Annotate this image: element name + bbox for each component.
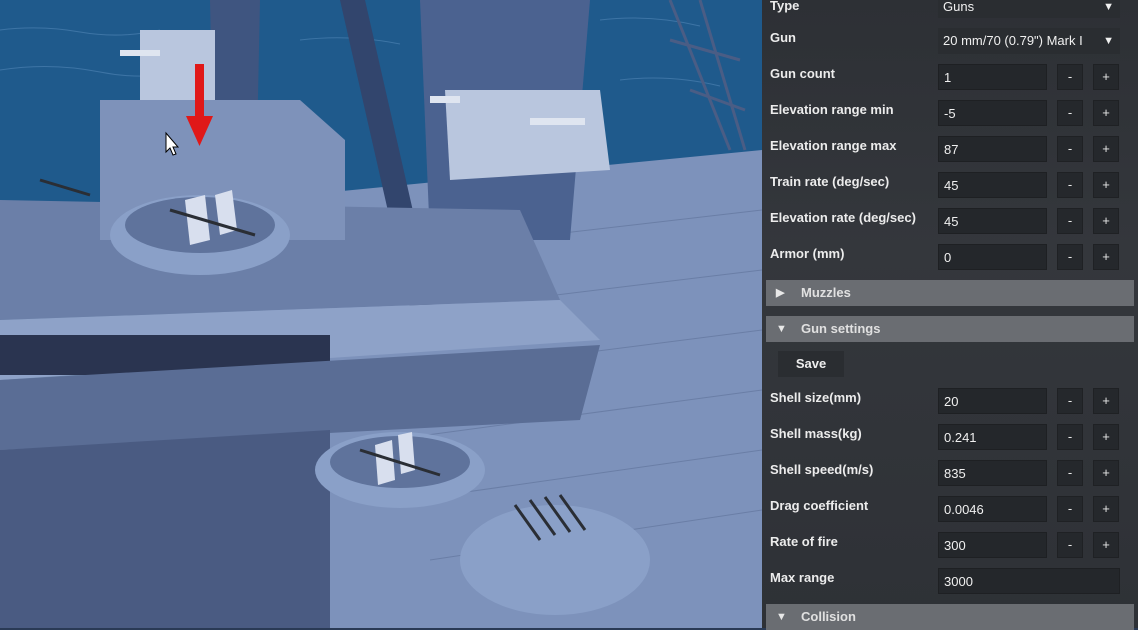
gun-tub-quad (460, 505, 650, 615)
gun-settings-section-header[interactable]: ▼ Gun settings (766, 316, 1134, 342)
elevation-max-field[interactable]: 87 (938, 136, 1047, 162)
armor-row: Armor (mm) 0 - + (762, 244, 1138, 280)
shell-size-label: Shell size(mm) (770, 390, 862, 405)
gun-count-label: Gun count (770, 66, 835, 81)
type-row: Type Guns ▼ (762, 0, 1138, 28)
drag-coefficient-decrement-button[interactable]: - (1057, 496, 1083, 522)
triangle-down-icon: ▼ (1099, 28, 1114, 54)
type-value: Guns (943, 0, 975, 14)
gun-count-increment-button[interactable]: + (1093, 64, 1119, 90)
shell-mass-field[interactable]: 0.241 (938, 424, 1047, 450)
rate-of-fire-field[interactable]: 300 (938, 532, 1047, 558)
elevation-rate-row: Elevation rate (deg/sec) 45 - + (762, 208, 1138, 244)
twin-turret (445, 90, 610, 180)
rate-of-fire-row: Rate of fire 300 - + (762, 532, 1138, 568)
type-label: Type (770, 0, 800, 13)
shell-speed-field[interactable]: 835 (938, 460, 1047, 486)
elevation-rate-increment-button[interactable]: + (1093, 208, 1119, 234)
elevation-min-field[interactable]: -5 (938, 100, 1047, 126)
drag-coefficient-field[interactable]: 0.0046 (938, 496, 1047, 522)
shell-size-decrement-button[interactable]: - (1057, 388, 1083, 414)
gun-dropdown[interactable]: 20 mm/70 (0.79") Mark I ▼ (938, 28, 1120, 54)
max-range-label: Max range (770, 570, 835, 585)
muzzles-section-header[interactable]: ▶ Muzzles (766, 280, 1134, 306)
drag-coefficient-row: Drag coefficient 0.0046 - + (762, 496, 1138, 532)
max-range-row: Max range 3000 (762, 568, 1138, 604)
train-rate-row: Train rate (deg/sec) 45 - + (762, 172, 1138, 208)
shell-mass-row: Shell mass(kg) 0.241 - + (762, 424, 1138, 460)
elevation-rate-label: Elevation rate (deg/sec) (770, 210, 916, 225)
elevation-max-label: Elevation range max (770, 138, 897, 153)
gun-label: Gun (770, 30, 796, 45)
elevation-max-row: Elevation range max 87 - + (762, 136, 1138, 172)
shell-mass-label: Shell mass(kg) (770, 426, 862, 441)
ship-3d-viewport[interactable] (0, 0, 762, 628)
muzzles-title: Muzzles (801, 285, 851, 300)
elevation-min-increment-button[interactable]: + (1093, 100, 1119, 126)
hull-block (0, 430, 330, 628)
elevation-rate-decrement-button[interactable]: - (1057, 208, 1083, 234)
elevation-max-increment-button[interactable]: + (1093, 136, 1119, 162)
train-rate-increment-button[interactable]: + (1093, 172, 1119, 198)
ship-scene (0, 0, 762, 628)
gun-value: 20 mm/70 (0.79") Mark I (943, 33, 1083, 48)
save-button[interactable]: Save (778, 351, 844, 377)
elevation-min-decrement-button[interactable]: - (1057, 100, 1083, 126)
triangle-right-icon: ▶ (776, 287, 785, 299)
shell-size-field[interactable]: 20 (938, 388, 1047, 414)
gun-count-row: Gun count 1 - + (762, 64, 1138, 100)
shell-speed-label: Shell speed(m/s) (770, 462, 874, 477)
armor-increment-button[interactable]: + (1093, 244, 1119, 270)
elevation-rate-field[interactable]: 45 (938, 208, 1047, 234)
armor-field[interactable]: 0 (938, 244, 1047, 270)
train-rate-decrement-button[interactable]: - (1057, 172, 1083, 198)
gun-count-decrement-button[interactable]: - (1057, 64, 1083, 90)
armor-label: Armor (mm) (770, 246, 845, 261)
turret-upper-barrel (120, 50, 160, 56)
elevation-min-row: Elevation range min -5 - + (762, 100, 1138, 136)
train-rate-field[interactable]: 45 (938, 172, 1047, 198)
triangle-down-icon: ▼ (776, 611, 787, 623)
shell-mass-decrement-button[interactable]: - (1057, 424, 1083, 450)
collision-section-header[interactable]: ▼ Collision (766, 604, 1134, 630)
turret-barrel-left (430, 96, 460, 103)
rate-of-fire-increment-button[interactable]: + (1093, 532, 1119, 558)
drag-coefficient-label: Drag coefficient (770, 498, 869, 513)
gun-count-field[interactable]: 1 (938, 64, 1047, 90)
max-range-field: 3000 (938, 568, 1120, 594)
gun-settings-title: Gun settings (801, 321, 881, 336)
type-dropdown[interactable]: Guns ▼ (938, 0, 1120, 18)
shell-size-row: Shell size(mm) 20 - + (762, 388, 1138, 424)
elevation-min-label: Elevation range min (770, 102, 894, 117)
rate-of-fire-label: Rate of fire (770, 534, 838, 549)
drag-coefficient-increment-button[interactable]: + (1093, 496, 1119, 522)
armor-decrement-button[interactable]: - (1057, 244, 1083, 270)
collision-title: Collision (801, 609, 856, 624)
triangle-down-icon: ▼ (776, 323, 787, 335)
train-rate-label: Train rate (deg/sec) (770, 174, 890, 189)
elevation-max-decrement-button[interactable]: - (1057, 136, 1083, 162)
rate-of-fire-decrement-button[interactable]: - (1057, 532, 1083, 558)
shell-speed-decrement-button[interactable]: - (1057, 460, 1083, 486)
triangle-down-icon: ▼ (1099, 0, 1114, 18)
shell-speed-row: Shell speed(m/s) 835 - + (762, 460, 1138, 496)
shell-speed-increment-button[interactable]: + (1093, 460, 1119, 486)
shell-size-increment-button[interactable]: + (1093, 388, 1119, 414)
shell-mass-increment-button[interactable]: + (1093, 424, 1119, 450)
turret-barrel-right (530, 118, 585, 125)
gun-inspector-panel: Type Guns ▼ Gun 20 mm/70 (0.79") Mark I … (762, 0, 1138, 630)
gun-row: Gun 20 mm/70 (0.79") Mark I ▼ (762, 28, 1138, 64)
